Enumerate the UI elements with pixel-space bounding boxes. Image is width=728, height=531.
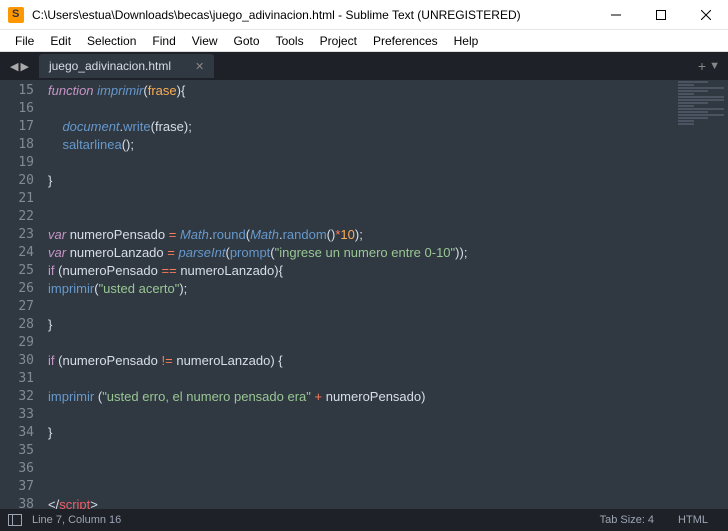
line-number: 36 xyxy=(0,460,34,478)
menubar: File Edit Selection Find View Goto Tools… xyxy=(0,30,728,52)
titlebar: C:\Users\estua\Downloads\becas\juego_adi… xyxy=(0,0,728,30)
gutter: 1516171819202122232425262728293031323334… xyxy=(0,80,44,509)
line-number: 25 xyxy=(0,262,34,280)
line-number: 22 xyxy=(0,208,34,226)
line-number: 18 xyxy=(0,136,34,154)
new-tab-icon[interactable]: + xyxy=(698,58,706,74)
menu-file[interactable]: File xyxy=(8,32,41,50)
line-number: 17 xyxy=(0,118,34,136)
line-number: 26 xyxy=(0,280,34,298)
app-icon xyxy=(8,7,24,23)
menu-find[interactable]: Find xyxy=(145,32,182,50)
tab-active[interactable]: juego_adivinacion.html ✕ xyxy=(39,54,214,78)
tab-dropdown-icon[interactable]: ▼ xyxy=(709,60,720,72)
tab-close-icon[interactable]: ✕ xyxy=(195,60,204,73)
line-number: 16 xyxy=(0,100,34,118)
menu-view[interactable]: View xyxy=(185,32,225,50)
line-number: 15 xyxy=(0,82,34,100)
menu-preferences[interactable]: Preferences xyxy=(366,32,445,50)
menu-edit[interactable]: Edit xyxy=(43,32,78,50)
line-number: 33 xyxy=(0,406,34,424)
menu-help[interactable]: Help xyxy=(447,32,486,50)
minimize-button[interactable] xyxy=(593,0,638,29)
line-number: 34 xyxy=(0,424,34,442)
line-number: 24 xyxy=(0,244,34,262)
code-area[interactable]: function imprimir(frase){ document.write… xyxy=(44,80,728,509)
syntax-mode[interactable]: HTML xyxy=(666,514,720,526)
statusbar: Line 7, Column 16 Tab Size: 4 HTML xyxy=(0,509,728,531)
menu-goto[interactable]: Goto xyxy=(227,32,267,50)
tabbar: ◀ ▶ juego_adivinacion.html ✕ + ▼ xyxy=(0,52,728,80)
line-number: 28 xyxy=(0,316,34,334)
close-button[interactable] xyxy=(683,0,728,29)
line-number: 21 xyxy=(0,190,34,208)
line-number: 27 xyxy=(0,298,34,316)
line-number: 30 xyxy=(0,352,34,370)
menu-selection[interactable]: Selection xyxy=(80,32,143,50)
line-number: 31 xyxy=(0,370,34,388)
line-number: 35 xyxy=(0,442,34,460)
cursor-position[interactable]: Line 7, Column 16 xyxy=(32,514,121,526)
line-number: 37 xyxy=(0,478,34,496)
line-number: 32 xyxy=(0,388,34,406)
menu-tools[interactable]: Tools xyxy=(269,32,311,50)
maximize-button[interactable] xyxy=(638,0,683,29)
nav-forward-icon[interactable]: ▶ xyxy=(20,60,28,73)
line-number: 19 xyxy=(0,154,34,172)
tab-size[interactable]: Tab Size: 4 xyxy=(588,514,666,526)
side-panel-icon[interactable] xyxy=(8,514,22,526)
line-number: 20 xyxy=(0,172,34,190)
window-controls xyxy=(593,0,728,29)
menu-project[interactable]: Project xyxy=(313,32,364,50)
line-number: 38 xyxy=(0,496,34,509)
nav-back-icon[interactable]: ◀ xyxy=(10,60,18,73)
nav-arrows: ◀ ▶ xyxy=(4,60,35,73)
line-number: 29 xyxy=(0,334,34,352)
minimap[interactable] xyxy=(674,80,728,509)
editor[interactable]: 1516171819202122232425262728293031323334… xyxy=(0,80,728,509)
window-title: C:\Users\estua\Downloads\becas\juego_adi… xyxy=(32,8,593,22)
line-number: 23 xyxy=(0,226,34,244)
tab-label: juego_adivinacion.html xyxy=(49,59,171,73)
